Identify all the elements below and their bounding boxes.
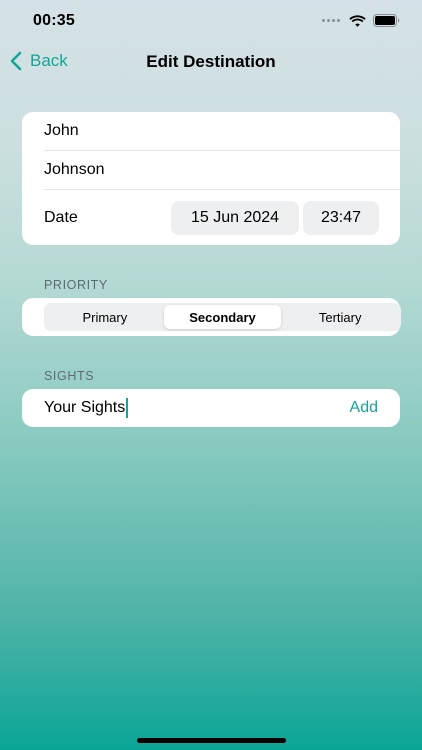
navigation-bar: Back Edit Destination [0, 44, 422, 80]
last-name-field[interactable]: Johnson [44, 151, 400, 189]
sights-input[interactable]: Your Sights [44, 398, 129, 418]
priority-primary-segment[interactable]: Primary [46, 305, 164, 329]
battery-icon [373, 14, 400, 27]
priority-card: Primary Secondary Tertiary [22, 298, 401, 336]
divider [44, 189, 400, 190]
last-name-value: Johnson [44, 161, 105, 178]
priority-secondary-segment[interactable]: Secondary [163, 305, 282, 329]
date-picker-button[interactable]: 15 Jun 2024 [171, 201, 299, 235]
destination-fields-card: John Johnson Date 15 Jun 2024 23:47 [22, 112, 400, 245]
priority-section-label: PRIORITY [44, 278, 108, 292]
status-bar: 00:35 [0, 0, 422, 44]
first-name-value: John [44, 122, 79, 139]
text-cursor [126, 398, 129, 418]
priority-tertiary-segment[interactable]: Tertiary [281, 305, 399, 329]
sights-card: Your Sights Add [22, 389, 400, 427]
date-label: Date [44, 209, 78, 226]
first-name-field[interactable]: John [44, 112, 400, 150]
home-indicator[interactable] [137, 738, 286, 743]
cellular-signal-icon [322, 19, 340, 22]
time-picker-button[interactable]: 23:47 [303, 201, 379, 235]
sights-section-label: SIGHTS [44, 369, 95, 383]
wifi-icon [349, 14, 366, 27]
sights-input-value: Your Sights [44, 399, 126, 416]
add-sight-button[interactable]: Add [350, 399, 378, 417]
page-title: Edit Destination [146, 52, 276, 71]
status-icons [322, 14, 400, 27]
priority-segmented-control: Primary Secondary Tertiary [44, 303, 401, 331]
status-time: 00:35 [33, 12, 75, 29]
